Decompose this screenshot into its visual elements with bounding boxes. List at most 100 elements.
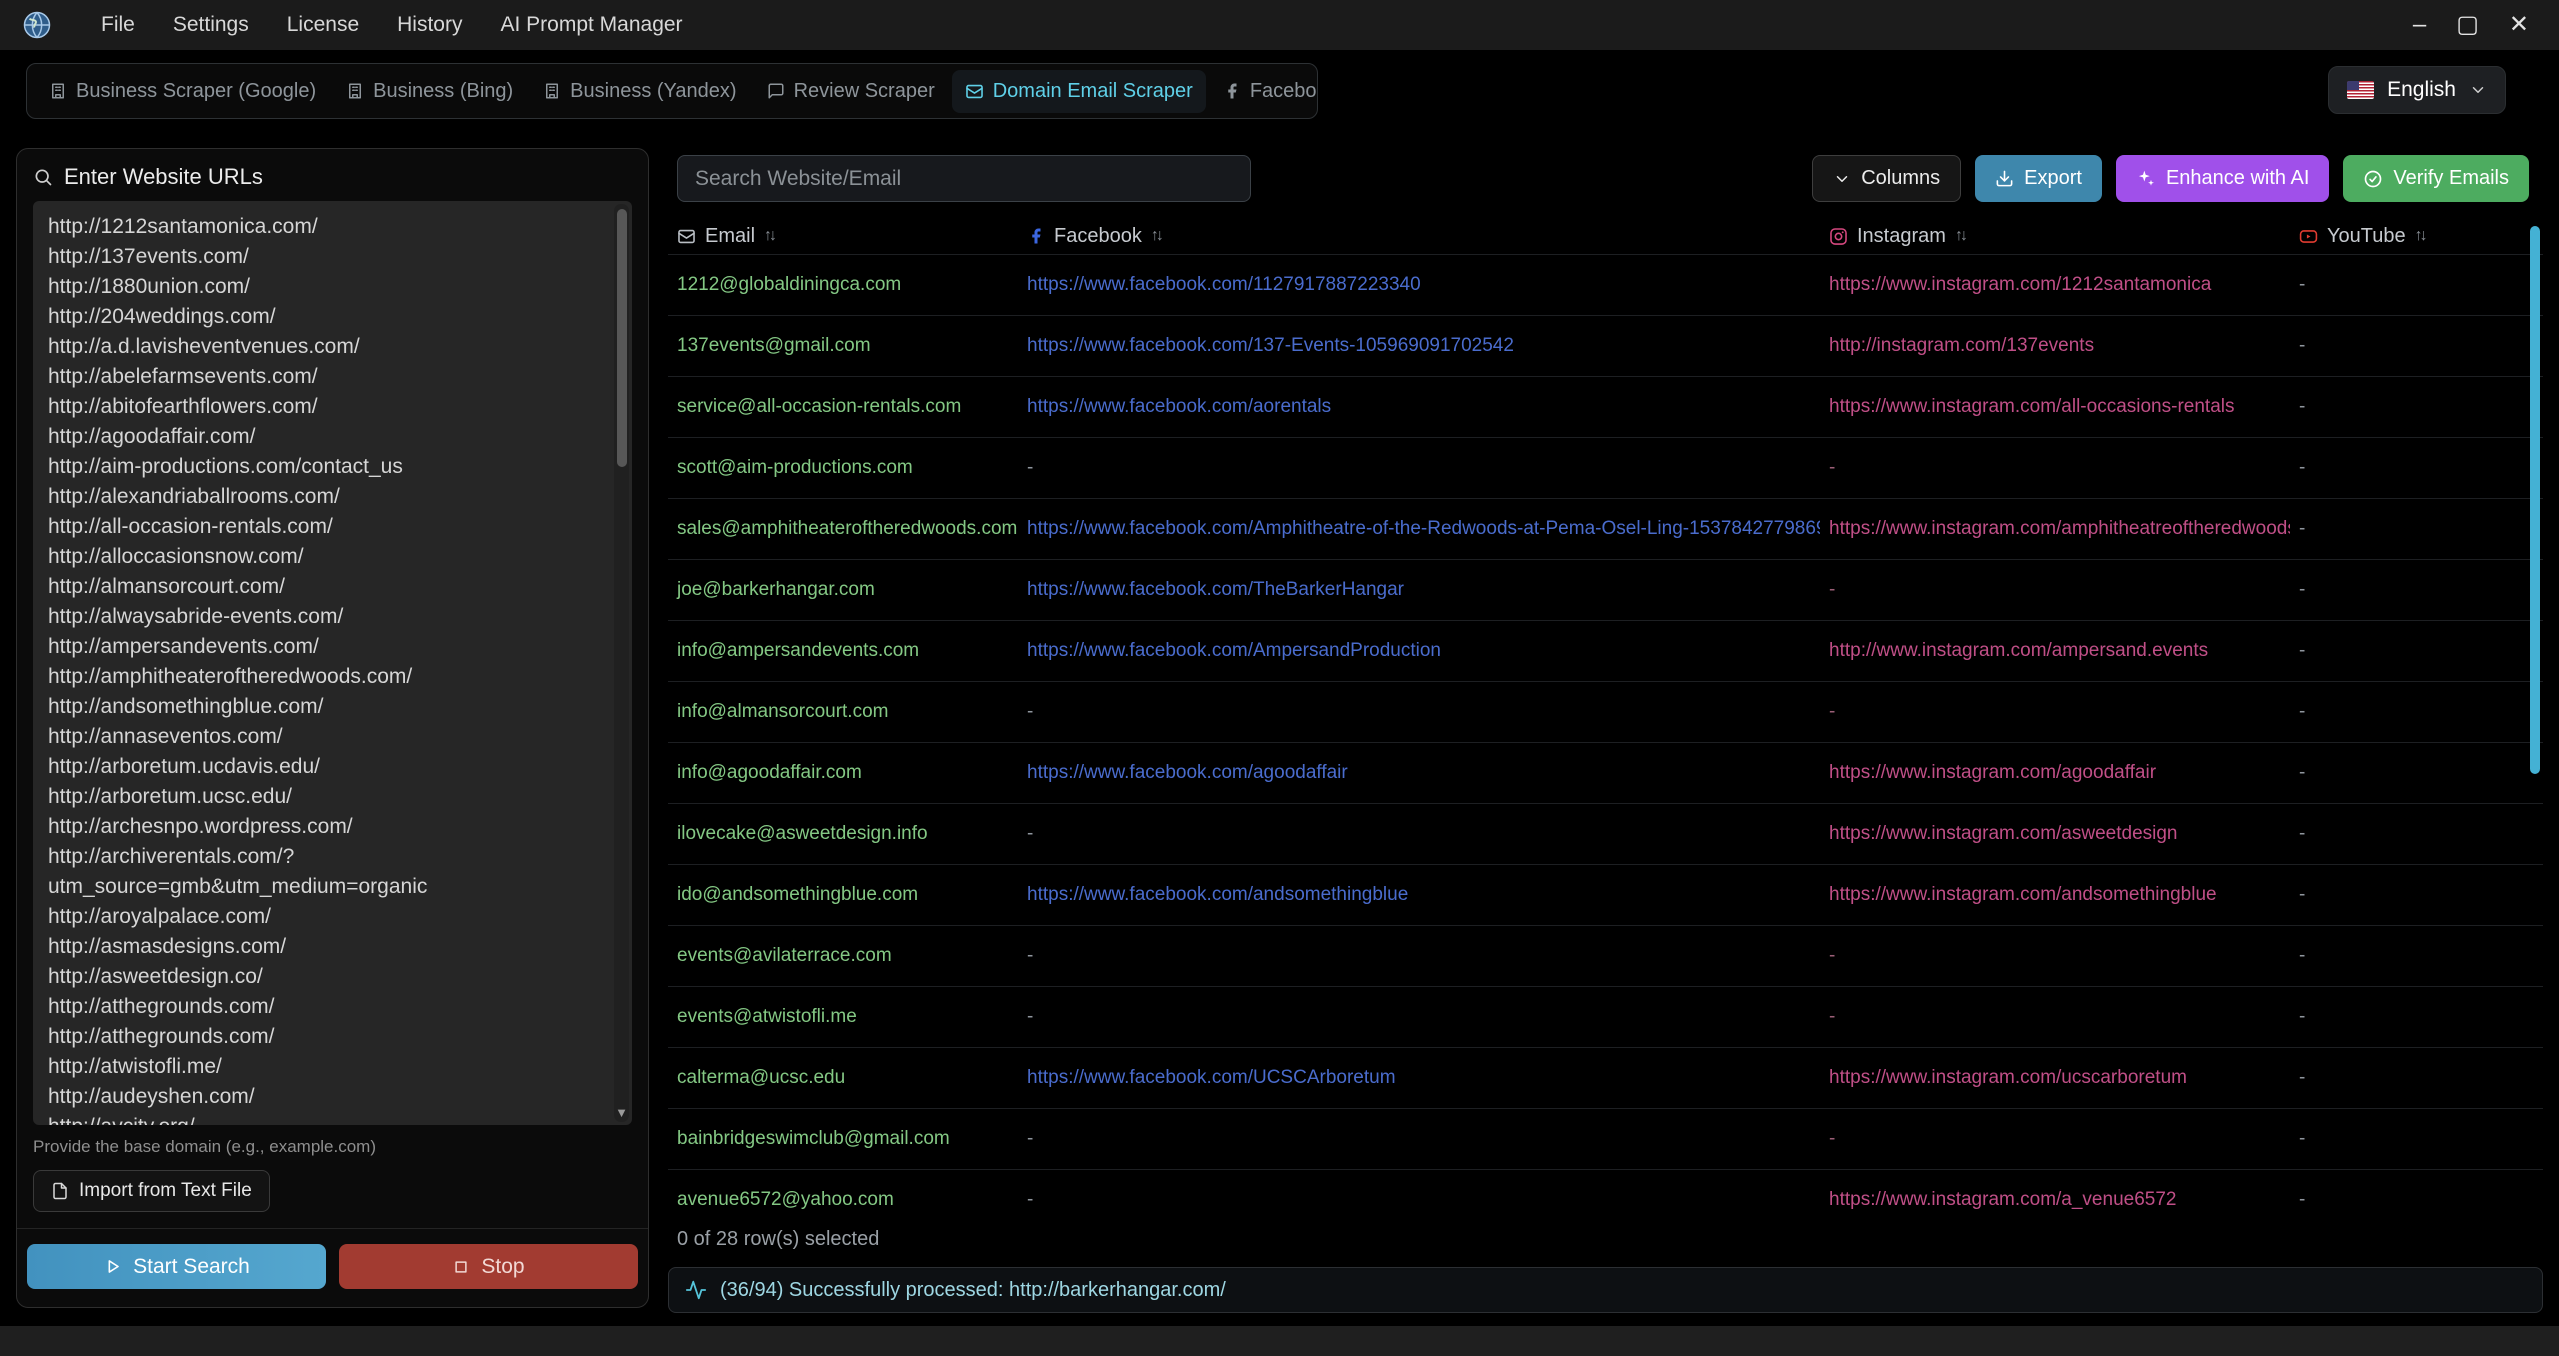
cell-instagram-link[interactable]: https://www.instagram.com/amphitheatreof… [1820, 518, 2290, 540]
table-row[interactable]: ilovecake@asweetdesign.info-https://www.… [668, 803, 2543, 864]
table-row[interactable]: info@agoodaffair.comhttps://www.facebook… [668, 742, 2543, 803]
scroll-down-arrow-icon[interactable]: ▼ [614, 1105, 629, 1120]
cell-facebook-link[interactable]: https://www.facebook.com/137-Events-1059… [1018, 335, 1820, 357]
cell-youtube-link: - [2290, 640, 2543, 662]
table-row[interactable]: 137events@gmail.comhttps://www.facebook.… [668, 315, 2543, 376]
enhance-with-ai-button[interactable]: Enhance with AI [2116, 155, 2329, 202]
website-urls-textarea[interactable]: http://1212santamonica.com/http://137eve… [33, 201, 632, 1125]
tab-business-scraper-google-[interactable]: Business Scraper (Google) [36, 70, 329, 113]
url-line: http://ampersandevents.com/ [48, 632, 598, 662]
language-selector[interactable]: English [2328, 66, 2506, 114]
cell-instagram-link[interactable]: https://www.instagram.com/agoodaffair [1820, 762, 2290, 784]
cell-instagram-link[interactable]: http://www.instagram.com/ampersand.event… [1820, 640, 2290, 662]
cell-instagram-link[interactable]: https://www.instagram.com/andsomethingbl… [1820, 884, 2290, 906]
tab-facebook-page-scraper[interactable]: Facebook Page Scraper [1210, 70, 1318, 113]
cell-facebook-link[interactable]: https://www.facebook.com/UCSCArboretum [1018, 1067, 1820, 1089]
cell-instagram-link[interactable]: https://www.instagram.com/ucscarboretum [1820, 1067, 2290, 1089]
menu-item-file[interactable]: File [82, 13, 154, 37]
import-from-text-file-button[interactable]: Import from Text File [33, 1170, 270, 1212]
cell-facebook-link[interactable]: https://www.facebook.com/112791788722334… [1018, 274, 1820, 296]
cell-facebook-link[interactable]: https://www.facebook.com/Amphitheatre-of… [1018, 518, 1820, 540]
cell-youtube-link: - [2290, 945, 2543, 967]
sort-icon[interactable]: ↑↓ [1151, 227, 1164, 245]
activity-pulse-icon [685, 1279, 707, 1301]
table-row[interactable]: info@ampersandevents.comhttps://www.face… [668, 620, 2543, 681]
building-icon [346, 82, 364, 100]
menu-item-ai-prompt-manager[interactable]: AI Prompt Manager [481, 13, 701, 37]
tab-business-bing-[interactable]: Business (Bing) [333, 70, 526, 113]
url-line: http://aroyalpalace.com/ [48, 902, 598, 932]
menu-item-settings[interactable]: Settings [154, 13, 268, 37]
url-line: http://alloccasionsnow.com/ [48, 542, 598, 572]
cell-instagram-link[interactable]: https://www.instagram.com/asweetdesign [1820, 823, 2290, 845]
table-row[interactable]: events@atwistofli.me--- [668, 986, 2543, 1047]
cell-facebook-link: - [1018, 1006, 1820, 1028]
window-controls: – ▢ ✕ [2413, 13, 2559, 37]
column-header-facebook[interactable]: Facebook↑↓ [1018, 225, 1820, 248]
stop-button[interactable]: Stop [339, 1244, 638, 1289]
menu-item-license[interactable]: License [268, 13, 378, 37]
cell-instagram-link[interactable]: https://www.instagram.com/all-occasions-… [1820, 396, 2290, 418]
tab-review-scraper[interactable]: Review Scraper [754, 70, 948, 113]
menu-item-history[interactable]: History [378, 13, 481, 37]
table-row[interactable]: 1212@globaldiningca.comhttps://www.faceb… [668, 254, 2543, 315]
start-search-button[interactable]: Start Search [27, 1244, 326, 1289]
url-line: http://alexandriaballrooms.com/ [48, 482, 598, 512]
cell-facebook-link[interactable]: https://www.facebook.com/andsomethingblu… [1018, 884, 1820, 906]
url-line: http://204weddings.com/ [48, 302, 598, 332]
play-icon [103, 1257, 122, 1276]
cell-instagram-link: - [1820, 1128, 2290, 1150]
table-row[interactable]: scott@aim-productions.com--- [668, 437, 2543, 498]
cell-instagram-link: - [1820, 945, 2290, 967]
cell-email: ilovecake@asweetdesign.info [668, 823, 1018, 845]
tab-domain-email-scraper[interactable]: Domain Email Scraper [952, 70, 1206, 113]
cell-facebook-link[interactable]: https://www.facebook.com/agoodaffair [1018, 762, 1820, 784]
maximize-button[interactable]: ▢ [2456, 13, 2479, 37]
table-scrollbar-thumb[interactable] [2530, 226, 2540, 774]
table-row[interactable]: ido@andsomethingblue.comhttps://www.face… [668, 864, 2543, 925]
search-controls: Start Search Stop [17, 1228, 648, 1307]
cell-instagram-link[interactable]: http://instagram.com/137events [1820, 335, 2290, 357]
column-header-youtube[interactable]: YouTube↑↓ [2290, 225, 2543, 248]
table-row[interactable]: joe@barkerhangar.comhttps://www.facebook… [668, 559, 2543, 620]
minimize-button[interactable]: – [2413, 13, 2426, 37]
column-header-email[interactable]: Email ↑↓ [668, 225, 1018, 248]
column-label: Email [705, 225, 755, 248]
document-icon [51, 1182, 69, 1200]
cell-facebook-link: - [1018, 457, 1820, 479]
url-line: http://1880union.com/ [48, 272, 598, 302]
table-row[interactable]: avenue6572@yahoo.com-https://www.instagr… [668, 1169, 2543, 1218]
verify-emails-button[interactable]: Verify Emails [2343, 155, 2529, 202]
export-button[interactable]: Export [1975, 155, 2102, 202]
table-row[interactable]: bainbridgeswimclub@gmail.com--- [668, 1108, 2543, 1169]
cell-facebook-link: - [1018, 1189, 1820, 1211]
cell-instagram-link: - [1820, 701, 2290, 723]
cell-facebook-link[interactable]: https://www.facebook.com/AmpersandProduc… [1018, 640, 1820, 662]
sort-icon[interactable]: ↑↓ [2415, 227, 2428, 245]
url-list-scrollbar[interactable]: ▼ [614, 204, 629, 1122]
sort-icon[interactable]: ↑↓ [1955, 227, 1968, 245]
close-button[interactable]: ✕ [2509, 13, 2529, 37]
table-row[interactable]: sales@amphitheateroftheredwoods.comhttps… [668, 498, 2543, 559]
table-header-row: Email↑↓Facebook↑↓Instagram↑↓YouTube↑↓ [668, 218, 2543, 254]
table-row[interactable]: info@almansorcourt.com--- [668, 681, 2543, 742]
column-header-instagram[interactable]: Instagram↑↓ [1820, 225, 2290, 248]
cell-youtube-link: - [2290, 1189, 2543, 1211]
search-input[interactable] [677, 155, 1251, 202]
table-row[interactable]: calterma@ucsc.eduhttps://www.facebook.co… [668, 1047, 2543, 1108]
cell-facebook-link: - [1018, 701, 1820, 723]
columns-button[interactable]: Columns [1812, 155, 1961, 202]
cell-facebook-link[interactable]: https://www.facebook.com/TheBarkerHangar [1018, 579, 1820, 601]
tab-business-yandex-[interactable]: Business (Yandex) [530, 70, 749, 113]
cell-instagram-link[interactable]: https://www.instagram.com/a_venue6572 [1820, 1189, 2290, 1211]
sort-icon[interactable]: ↑↓ [764, 227, 777, 245]
cell-instagram-link[interactable]: https://www.instagram.com/1212santamonic… [1820, 274, 2290, 296]
cell-youtube-link: - [2290, 274, 2543, 296]
table-row[interactable]: service@all-occasion-rentals.comhttps://… [668, 376, 2543, 437]
table-toolbar: Columns Export Enhance with AI Verify Em… [1812, 155, 2529, 202]
cell-facebook-link[interactable]: https://www.facebook.com/aorentals [1018, 396, 1820, 418]
table-row[interactable]: events@avilaterrace.com--- [668, 925, 2543, 986]
url-scrollbar-thumb[interactable] [617, 209, 627, 467]
search-icon [33, 167, 53, 187]
base-domain-hint: Provide the base domain (e.g., example.c… [17, 1125, 648, 1157]
